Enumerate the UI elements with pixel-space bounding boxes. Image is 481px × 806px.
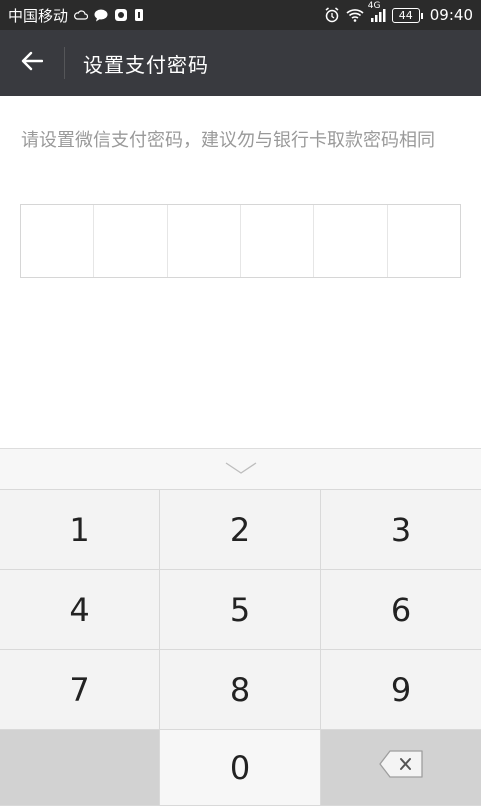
hint-text: 请设置微信支付密码，建议勿与银行卡取款密码相同 xyxy=(21,130,435,151)
numeric-keypad: 1 2 3 4 5 6 7 8 9 0 xyxy=(0,489,481,806)
status-bar: 中国移动 4G 44 09:40 xyxy=(0,0,481,30)
key-1[interactable]: 1 xyxy=(0,490,160,570)
arrow-left-icon xyxy=(21,51,44,75)
password-input[interactable] xyxy=(20,204,461,278)
password-cell[interactable] xyxy=(94,205,168,277)
cloud-icon xyxy=(74,9,89,21)
key-4[interactable]: 4 xyxy=(0,570,160,650)
password-cell[interactable] xyxy=(314,205,388,277)
status-right: 4G 44 09:40 xyxy=(324,1,473,24)
keyboard-collapse-button[interactable] xyxy=(0,448,481,489)
page-title: 设置支付密码 xyxy=(83,52,209,77)
backspace-icon xyxy=(378,749,424,787)
password-cell[interactable] xyxy=(168,205,241,277)
key-blank xyxy=(0,730,160,806)
key-9[interactable]: 9 xyxy=(321,650,481,730)
battery-level: 44 xyxy=(398,8,413,22)
key-8[interactable]: 8 xyxy=(160,650,321,730)
clock: 09:40 xyxy=(429,6,473,24)
key-3[interactable]: 3 xyxy=(321,490,481,570)
key-delete[interactable] xyxy=(321,730,481,806)
signal-icon: 4G xyxy=(368,1,386,22)
carrier-label: 中国移动 xyxy=(8,6,69,25)
title-divider xyxy=(64,47,65,79)
chevron-down-icon xyxy=(224,460,258,479)
password-cell[interactable] xyxy=(388,205,460,277)
network-label: 4G xyxy=(367,1,381,11)
key-5[interactable]: 5 xyxy=(160,570,321,650)
title-bar: 设置支付密码 xyxy=(0,30,481,96)
back-button[interactable] xyxy=(0,30,64,96)
alarm-icon xyxy=(324,7,340,23)
battery-indicator: 44 xyxy=(391,7,423,23)
key-6[interactable]: 6 xyxy=(321,570,481,650)
key-7[interactable]: 7 xyxy=(0,650,160,730)
password-cell[interactable] xyxy=(241,205,315,277)
chat-bubble-icon xyxy=(94,9,108,22)
key-2[interactable]: 2 xyxy=(160,490,321,570)
app-icon xyxy=(114,8,128,22)
wifi-icon xyxy=(346,8,364,22)
password-cell[interactable] xyxy=(21,205,95,277)
sim-icon xyxy=(134,8,144,22)
key-0[interactable]: 0 xyxy=(160,730,321,806)
status-left: 中国移动 xyxy=(8,5,144,26)
